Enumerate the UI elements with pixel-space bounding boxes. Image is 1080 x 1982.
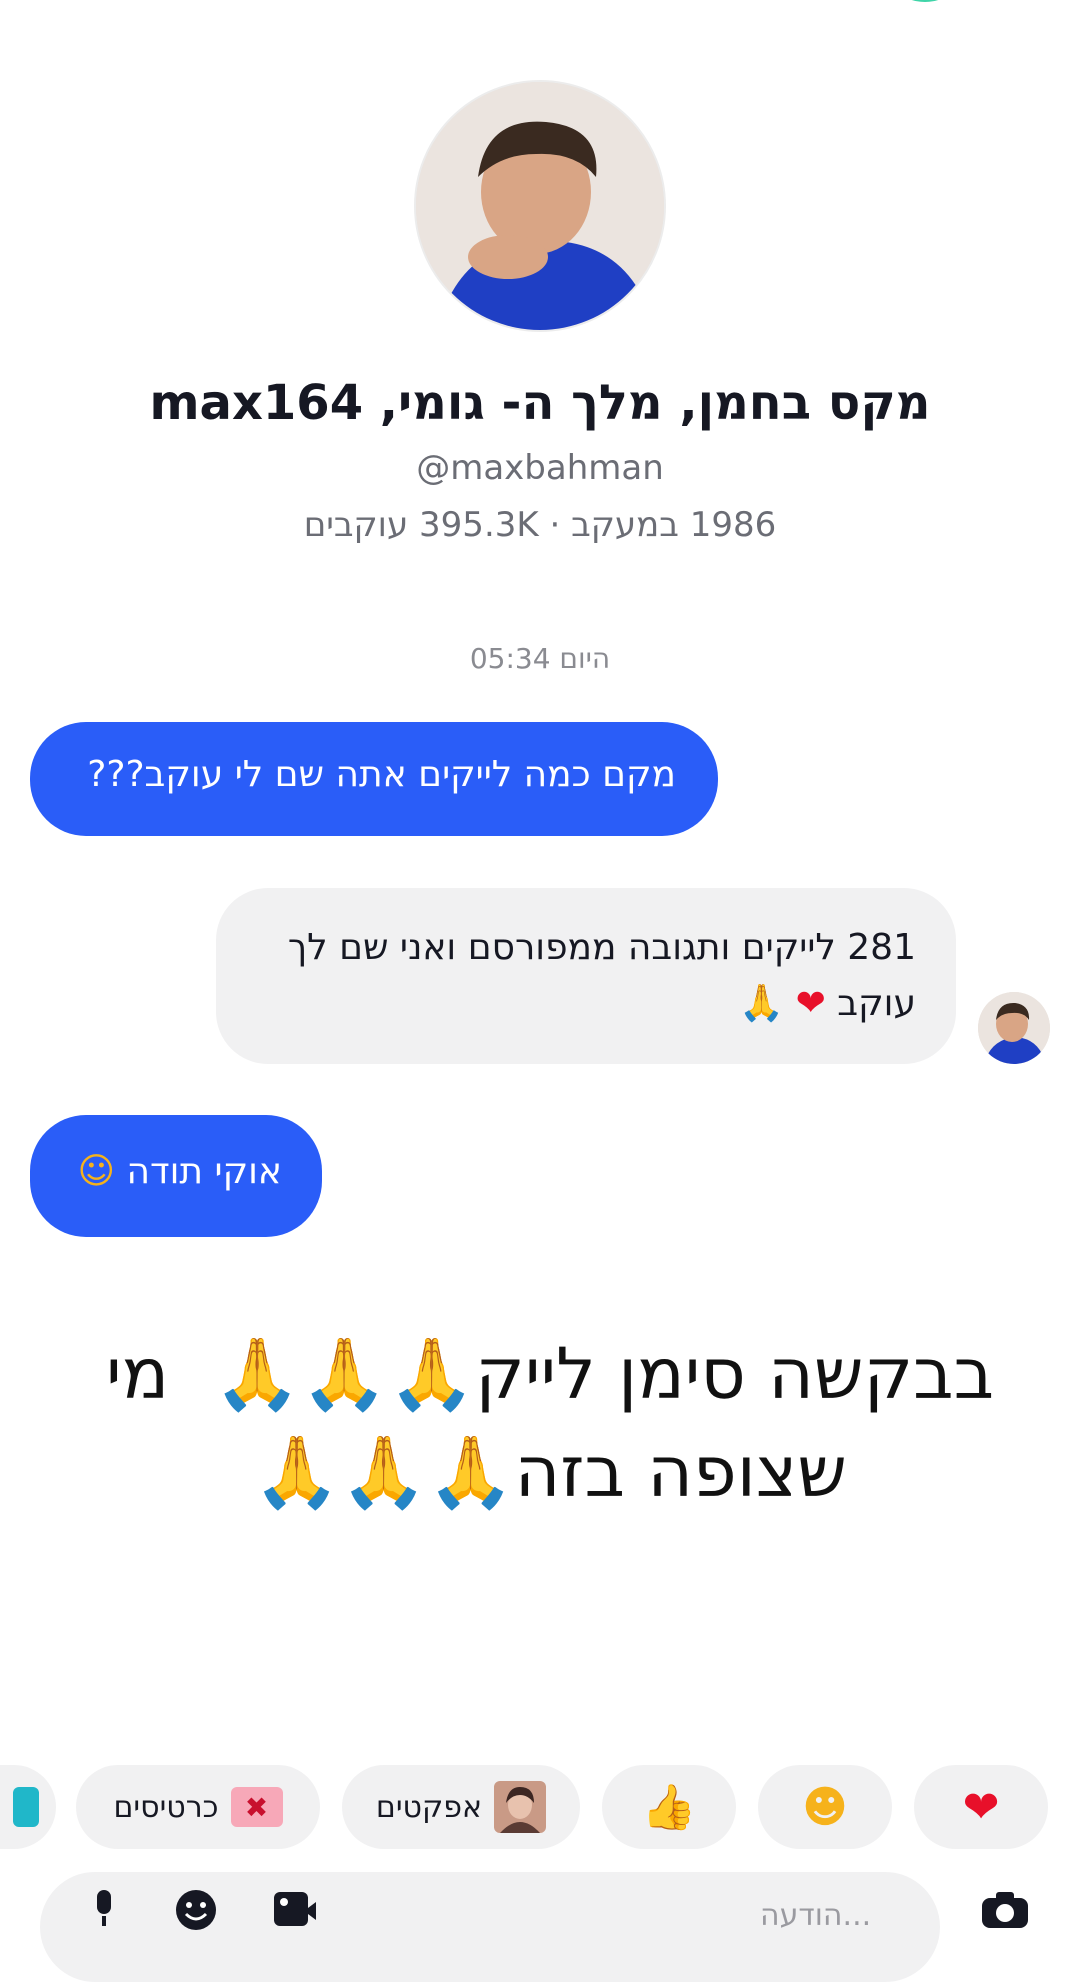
heart-icon: ❤ [962, 1781, 1000, 1833]
profile-stats: 1986 במעקב · 395.3K עוקבים [303, 505, 777, 545]
caption-text: בבקשה סימן לייק [475, 1333, 995, 1415]
profile-handle: @maxbahman [416, 448, 664, 488]
heart-icon: ❤ [795, 983, 826, 1024]
cards-label: כרטיסים [113, 1789, 219, 1825]
emoji-icon[interactable] [174, 1888, 218, 1942]
effect-thumbnail [494, 1781, 547, 1833]
cards-button[interactable]: ✖ כרטיסים [76, 1765, 320, 1849]
more-icon [13, 1787, 39, 1827]
bow-icon: ✖ [230, 1787, 283, 1827]
received-message[interactable]: 281 לייקים ותגובה ממפורסם ואני שם לך עוק… [216, 888, 956, 1064]
message-text: 281 לייקים ותגובה ממפורסם ואני שם לך [287, 927, 916, 968]
mic-icon[interactable] [84, 1888, 124, 1938]
pray-icon: 🙏🙏🙏 [253, 1431, 515, 1513]
camera-icon[interactable] [980, 1890, 1030, 1940]
image-icon[interactable] [272, 1888, 316, 1942]
quick-reply-heart[interactable]: ❤ [914, 1765, 1048, 1849]
pray-icon: 🙏 [739, 983, 785, 1024]
message-text: מקם כמה לייקים אתה שם לי עוקב??? [87, 754, 676, 795]
video-caption: בבקשה סימן לייק🙏🙏🙏 מי שצופה בזה🙏🙏🙏 [100, 1325, 1000, 1521]
chat-timestamp: היום 05:34 [469, 642, 611, 675]
message-text: עוקב [837, 983, 916, 1024]
message-text: אוקי תודה [126, 1151, 282, 1192]
sent-message[interactable]: מקם כמה לייקים אתה שם לי עוקב??? [30, 722, 718, 836]
caption-text: שצופה בזה [514, 1431, 847, 1513]
laugh-cry-emoji: ☻ [802, 1781, 848, 1833]
avatar-image [978, 992, 1050, 1064]
story-ring [880, 0, 970, 2]
avatar-image [416, 82, 664, 330]
profile-name: מקס בחמן, מלך ה- גומי, max164 [149, 375, 931, 431]
thumbs-up-emoji: 👍 [641, 1782, 697, 1833]
caption-text: מי [105, 1333, 170, 1415]
more-chip[interactable] [0, 1765, 56, 1849]
quick-reply-laugh[interactable]: ☻ [758, 1765, 892, 1849]
sender-avatar[interactable] [978, 992, 1050, 1064]
message-placeholder: הודעה... [760, 1898, 872, 1933]
pray-icon: 🙏🙏🙏 [213, 1333, 476, 1415]
effects-button[interactable]: אפקטים [342, 1765, 580, 1849]
hug-emoji: ☺ [77, 1151, 115, 1192]
profile-avatar[interactable] [414, 80, 666, 332]
sent-message[interactable]: אוקי תודה ☺ [30, 1115, 322, 1237]
quick-reply-thumbs-up[interactable]: 👍 [602, 1765, 736, 1849]
effects-label: אפקטים [375, 1789, 483, 1825]
